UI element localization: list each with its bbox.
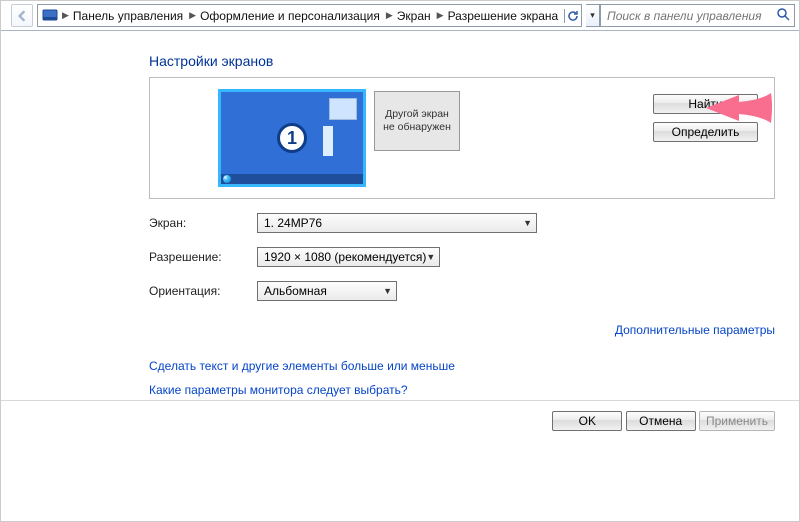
chevron-right-icon: ▶ [62, 10, 69, 21]
refresh-icon[interactable] [564, 9, 581, 23]
dropdown-value: Альбомная [264, 284, 327, 298]
apply-button: Применить [699, 411, 775, 431]
orientation-label: Ориентация: [149, 284, 257, 298]
screen-dropdown[interactable]: 1. 24MP76 ▼ [257, 213, 537, 233]
advanced-settings-link[interactable]: Дополнительные параметры [615, 323, 775, 337]
desktop-gadget-icon [323, 126, 333, 156]
not-detected-label: не обнаружен [383, 121, 451, 134]
breadcrumb-item[interactable]: Экран [393, 5, 437, 26]
section-title: Настройки экранов [149, 53, 775, 69]
breadcrumb-item[interactable]: Панель управления [69, 5, 189, 26]
which-monitor-link[interactable]: Какие параметры монитора следует выбрать… [149, 383, 775, 397]
chevron-down-icon: ▼ [426, 252, 435, 262]
resolution-label: Разрешение: [149, 250, 257, 264]
search-box[interactable] [600, 4, 795, 27]
display-preview-area: 1 Другой экран не обнаружен Найти Опреде… [149, 77, 775, 199]
nav-back-button[interactable] [11, 4, 33, 27]
screen-label: Экран: [149, 216, 257, 230]
chevron-down-icon: ▼ [523, 218, 532, 228]
resolution-dropdown[interactable]: 1920 × 1080 (рекомендуется) ▼ [257, 247, 440, 267]
chevron-down-icon: ▼ [383, 286, 392, 296]
start-orb-icon [223, 175, 231, 183]
chevron-right-icon: ▶ [386, 10, 393, 21]
dropdown-value: 1920 × 1080 (рекомендуется) [264, 250, 426, 264]
breadcrumb-item[interactable]: Оформление и персонализация [196, 5, 386, 26]
monitor-not-detected-preview[interactable]: Другой экран не обнаружен [374, 91, 460, 151]
orientation-dropdown[interactable]: Альбомная ▼ [257, 281, 397, 301]
desktop-gadget-icon [329, 98, 357, 120]
breadcrumb[interactable]: ▶ Панель управления ▶ Оформление и персо… [37, 4, 582, 27]
dropdown-value: 1. 24MP76 [264, 216, 322, 230]
search-input[interactable] [605, 8, 765, 24]
search-icon[interactable] [776, 7, 790, 24]
detect-button[interactable]: Найти [653, 94, 758, 114]
control-panel-icon [42, 8, 58, 24]
history-dropdown-button[interactable]: ▾ [586, 4, 600, 27]
monitor-number-badge: 1 [277, 123, 307, 153]
breadcrumb-item[interactable]: Разрешение экрана [444, 5, 565, 26]
ok-button[interactable]: OK [552, 411, 622, 431]
monitor-1-preview[interactable]: 1 [218, 89, 366, 187]
chevron-right-icon: ▶ [189, 10, 196, 21]
text-size-link[interactable]: Сделать текст и другие элементы больше и… [149, 359, 775, 373]
taskbar-preview [221, 174, 363, 184]
dialog-footer: OK Отмена Применить [1, 400, 799, 431]
cancel-button[interactable]: Отмена [626, 411, 696, 431]
identify-button[interactable]: Определить [653, 122, 758, 142]
chevron-right-icon: ▶ [437, 10, 444, 21]
not-detected-label: Другой экран [385, 108, 449, 121]
